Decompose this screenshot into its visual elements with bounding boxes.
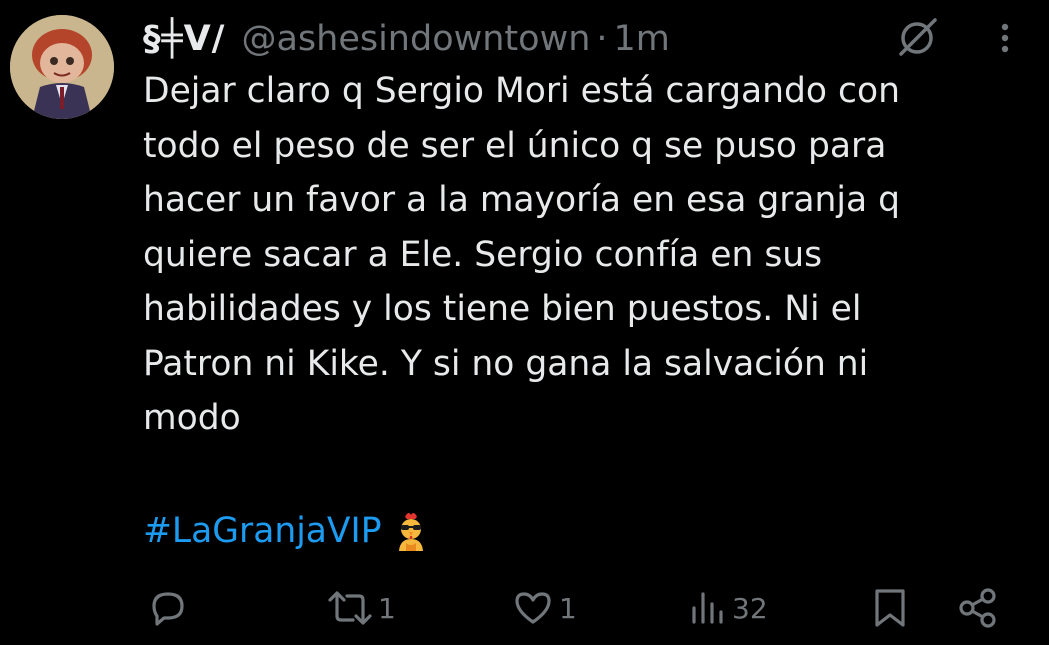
like-button[interactable]: 1: [511, 580, 577, 636]
views-count: 32: [732, 591, 768, 625]
separator-dot: ·: [596, 19, 608, 59]
repost-count: 1: [378, 591, 396, 625]
heart-icon: [515, 592, 551, 624]
like-count: 1: [559, 591, 577, 625]
bookmark-icon: [875, 589, 905, 627]
hashtag-link[interactable]: #LaGranjaVIP: [143, 511, 382, 551]
avatar[interactable]: [10, 15, 114, 119]
more-options-icon[interactable]: [985, 14, 1025, 62]
display-name[interactable]: §╪V/: [143, 19, 225, 59]
post-text: Dejar claro q Sergio Mori está cargando …: [143, 71, 901, 438]
tweet[interactable]: §╪V/ @ashesindowntown · 1m Dejar claro q…: [0, 0, 1049, 645]
rooster-sunglasses-emoji: [398, 513, 423, 551]
bookmark-button[interactable]: [870, 580, 910, 636]
timestamp[interactable]: 1m: [614, 19, 670, 59]
action-bar: 1 1 32: [0, 580, 1049, 636]
share-button[interactable]: [956, 580, 1000, 636]
user-handle[interactable]: @ashesindowntown: [241, 19, 590, 59]
views-icon: [692, 592, 723, 624]
views-button[interactable]: 32: [688, 580, 768, 636]
hashtag-line: #LaGranjaVIP: [143, 503, 428, 559]
repost-button[interactable]: 1: [326, 580, 396, 636]
reply-button[interactable]: [146, 580, 194, 636]
post-header: §╪V/ @ashesindowntown · 1m: [143, 16, 670, 62]
repost-icon: [328, 591, 372, 625]
share-icon: [959, 588, 996, 628]
reply-icon: [152, 592, 184, 626]
grok-icon[interactable]: [893, 14, 941, 62]
